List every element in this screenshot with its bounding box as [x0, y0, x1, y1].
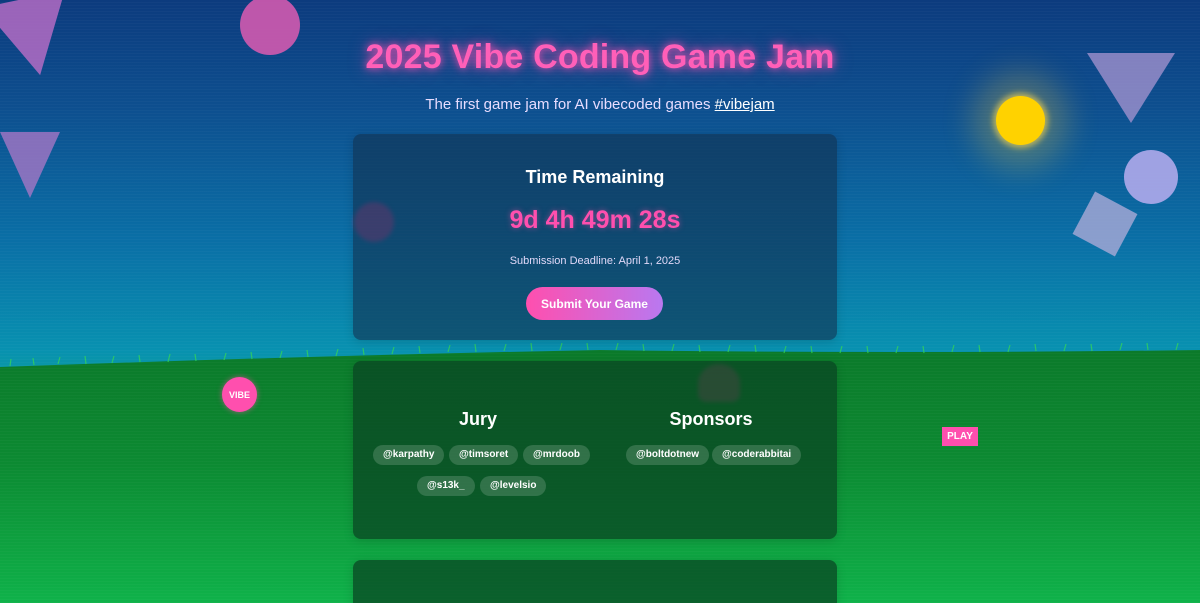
info-card: [353, 560, 837, 603]
circle-shape: [1124, 150, 1178, 204]
sponsor-tag[interactable]: @boltdotnew: [626, 445, 710, 465]
jury-member-tag[interactable]: @s13k_: [417, 476, 475, 496]
vibe-badge[interactable]: VIBE: [222, 377, 257, 412]
triangle-shape: [0, 132, 60, 198]
subtitle-text: The first game jam for AI vibecoded game…: [425, 96, 711, 113]
jury-member-tag[interactable]: @levelsio: [480, 476, 547, 496]
submission-deadline: Submission Deadline: April 1, 2025: [509, 255, 681, 267]
page-subtitle: The first game jam for AI vibecoded game…: [0, 96, 1200, 113]
jury-member-tag[interactable]: @timsoret: [449, 445, 519, 465]
square-shape: [1072, 191, 1138, 257]
page-title: 2025 Vibe Coding Game Jam: [365, 38, 835, 76]
vibejam-hashtag-link[interactable]: #vibejam: [715, 96, 775, 113]
jury-member-tag[interactable]: @mrdoob: [523, 445, 590, 465]
sponsor-tag[interactable]: @coderabbitai: [712, 445, 802, 465]
jury-heading: Jury: [458, 409, 498, 429]
game-jam-page: 2025 Vibe Coding Game Jam The first game…: [0, 0, 1200, 603]
sponsors-heading: Sponsors: [669, 409, 753, 429]
submit-game-button[interactable]: Submit Your Game: [526, 287, 663, 320]
countdown-value: 9d 4h 49m 28s: [509, 206, 681, 234]
countdown-card: Time Remaining 9d 4h 49m 28s Submission …: [353, 134, 837, 340]
countdown-heading: Time Remaining: [525, 167, 665, 187]
jury-member-tag[interactable]: @karpathy: [373, 445, 445, 465]
play-badge[interactable]: PLAY: [942, 427, 978, 446]
jury-sponsors-card: Jury @karpathy @timsoret @mrdoob @s13k_ …: [353, 361, 837, 539]
